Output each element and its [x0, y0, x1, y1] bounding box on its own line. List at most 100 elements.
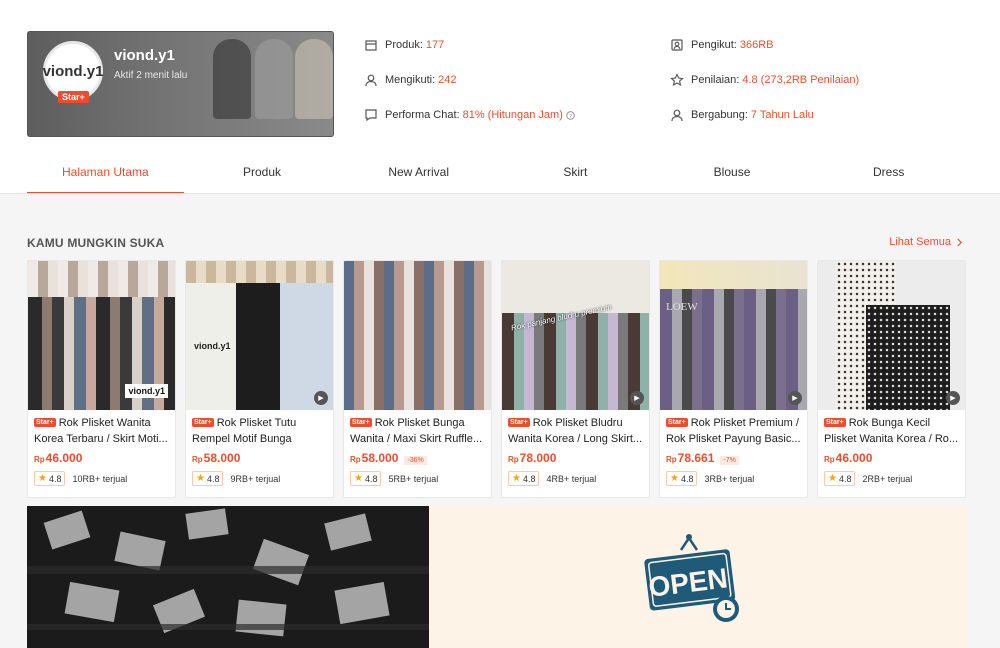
- product-meta: ★ 4.8 3RB+ terjual: [660, 467, 807, 486]
- rating-value: 4.8: [206, 473, 220, 484]
- play-video-icon[interactable]: ▶: [946, 391, 960, 405]
- see-all-label: Lihat Semua: [889, 236, 951, 248]
- product-price: Rp 78.661 -7%: [660, 447, 807, 467]
- currency: Rp: [192, 455, 203, 464]
- play-video-icon[interactable]: ▶: [788, 391, 802, 405]
- product-card[interactable]: Rok panjang bludru premium ▶ Star+ Rok Pl…: [501, 260, 650, 498]
- promo-banner-photo[interactable]: [27, 506, 429, 648]
- rating-value: 4.8: [48, 473, 62, 484]
- shop-logo-text: viond.y1: [42, 62, 104, 80]
- currency: Rp: [666, 455, 677, 464]
- price-value: 78.000: [519, 451, 557, 465]
- banner-figure: [295, 39, 333, 119]
- stat-produk: Produk: 177: [364, 37, 444, 53]
- shop-active-status: Aktif 2 menit lalu: [114, 70, 188, 81]
- tab-blouse[interactable]: Blouse: [654, 152, 811, 194]
- product-card[interactable]: LOEW ▶ Star+ Rok Plisket Premium / Rok Pl…: [659, 260, 808, 498]
- product-image[interactable]: LOEW ▶: [660, 261, 807, 410]
- product-card[interactable]: viond.y1 Star+ Rok Plisket Wanita Korea T…: [27, 260, 176, 498]
- product-price: Rp 58.000 -36%: [344, 447, 491, 467]
- watermark-label: viond.y1: [125, 384, 168, 398]
- stat-label: Mengikuti:: [385, 74, 436, 86]
- product-carousel: viond.y1 Star+ Rok Plisket Wanita Korea T…: [27, 260, 968, 498]
- product-image[interactable]: [344, 261, 491, 410]
- stat-value: 7 Tahun Lalu: [750, 109, 814, 121]
- rating-badge: ★ 4.8: [666, 471, 698, 486]
- product-card[interactable]: ▶ Star+ Rok Bunga Kecil Plisket Wanita Ko…: [817, 260, 966, 498]
- star-plus-badge: Star+: [350, 418, 372, 427]
- product-meta: ★ 4.8 9RB+ terjual: [186, 467, 333, 486]
- product-price: Rp 78.000: [502, 447, 649, 467]
- star-plus-badge: Star+: [34, 418, 56, 427]
- price-value: 58.000: [361, 451, 399, 465]
- star-plus-badge: Star+: [58, 91, 89, 103]
- user-add-icon: [671, 39, 683, 51]
- product-image[interactable]: viond.y1 ▶: [186, 261, 333, 410]
- rating-value: 4.8: [838, 473, 852, 484]
- currency: Rp: [508, 455, 519, 464]
- product-price: Rp 46.000: [818, 447, 965, 467]
- rating-badge: ★ 4.8: [824, 471, 856, 486]
- stat-pengikut: Pengikut: 366RB: [670, 37, 774, 53]
- product-meta: ★ 4.8 4RB+ terjual: [502, 467, 649, 486]
- product-price: Rp 58.000: [186, 447, 333, 467]
- product-meta: ★ 4.8 10RB+ terjual: [28, 467, 175, 486]
- promo-banner-open[interactable]: OPEN: [429, 506, 968, 648]
- product-title: Star+ Rok Plisket Bludru Wanita Korea / L…: [502, 410, 649, 447]
- hanger-rack: [28, 261, 175, 297]
- tab-new-arrival[interactable]: New Arrival: [340, 152, 497, 194]
- rating-badge: ★ 4.8: [350, 471, 382, 486]
- product-meta: ★ 4.8 2RB+ terjual: [818, 467, 965, 486]
- tab-produk[interactable]: Produk: [184, 152, 341, 194]
- product-price: Rp 46.000: [28, 447, 175, 467]
- see-all-link[interactable]: Lihat Semua: [889, 236, 963, 248]
- product-card[interactable]: viond.y1 ▶ Star+ Rok Plisket Tutu Rempel …: [185, 260, 334, 498]
- tab-divider: [0, 193, 1000, 194]
- sold-count: 9RB+ terjual: [230, 473, 281, 484]
- section-title: KAMU MUNGKIN SUKA: [27, 236, 165, 250]
- product-image[interactable]: Rok panjang bludru premium ▶: [502, 261, 649, 410]
- open-sign-icon: OPEN: [644, 534, 739, 622]
- product-card[interactable]: Star+ Rok Plisket Bunga Wanita / Maxi Ski…: [343, 260, 492, 498]
- star-icon: ★: [512, 473, 521, 484]
- price-value: 58.000: [203, 451, 241, 465]
- tab-halaman-utama[interactable]: Halaman Utama: [27, 152, 184, 194]
- product-image[interactable]: viond.y1: [28, 261, 175, 410]
- tab-dress[interactable]: Dress: [810, 152, 967, 194]
- stat-value: 4.8 (273,2RB Penilaian): [742, 74, 860, 86]
- play-video-icon[interactable]: ▶: [314, 391, 328, 405]
- sold-count: 3RB+ terjual: [704, 473, 755, 484]
- stat-label: Performa Chat:: [385, 109, 460, 121]
- stat-label: Pengikut:: [691, 39, 737, 51]
- tab-skirt[interactable]: Skirt: [497, 152, 654, 194]
- currency: Rp: [34, 455, 45, 464]
- stat-value: 366RB: [739, 39, 774, 51]
- stat-value: 242: [438, 74, 457, 86]
- watermark-label: LOEW: [666, 301, 698, 313]
- user-icon: [365, 74, 377, 87]
- star-icon: ★: [354, 473, 363, 484]
- price-value: 46.000: [45, 451, 83, 465]
- rating-badge: ★ 4.8: [192, 471, 224, 486]
- banner-figure: [255, 39, 293, 119]
- chat-icon: [365, 109, 377, 122]
- play-video-icon[interactable]: ▶: [630, 391, 644, 405]
- stat-value: 177: [425, 39, 445, 51]
- product-title: Star+ Rok Plisket Bunga Wanita / Maxi Ski…: [344, 410, 491, 447]
- star-icon: ★: [670, 473, 679, 484]
- product-title: Star+ Rok Plisket Wanita Korea Terbaru / …: [28, 410, 175, 447]
- star-icon: ★: [196, 473, 205, 484]
- discount-badge: -36%: [404, 456, 427, 465]
- sold-count: 10RB+ terjual: [72, 473, 128, 484]
- star-icon: ★: [38, 473, 47, 484]
- svg-text:?: ?: [569, 113, 572, 119]
- help-icon[interactable]: ?: [566, 110, 575, 120]
- sold-count: 4RB+ terjual: [546, 473, 597, 484]
- skirt-dark: [866, 305, 950, 410]
- product-image[interactable]: ▶: [818, 261, 965, 410]
- stat-label: Produk:: [385, 39, 423, 51]
- star-plus-badge: Star+: [508, 418, 530, 427]
- watermark-label: viond.y1: [194, 341, 231, 351]
- stat-mengikuti: Mengikuti: 242: [364, 72, 457, 88]
- shop-profile-card[interactable]: viond.y1 Star+ viond.y1 Aktif 2 menit la…: [27, 31, 334, 137]
